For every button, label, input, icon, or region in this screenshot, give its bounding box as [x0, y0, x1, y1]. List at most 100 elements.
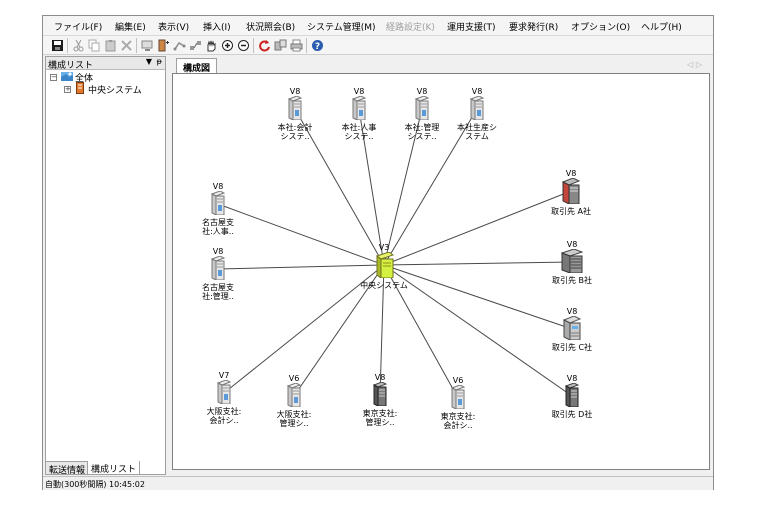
server-add-icon[interactable] — [157, 39, 170, 52]
node-version: V8 — [471, 87, 483, 96]
copy-icon[interactable] — [88, 39, 101, 52]
system-node[interactable]: V8 本社生産シ ステム — [445, 87, 509, 141]
green-server-icon — [352, 251, 416, 281]
node-version: V8 — [566, 307, 578, 316]
system-node[interactable]: V8 名古屋支 社:人事.. — [186, 182, 250, 236]
node-label: 名古屋支 社:管理.. — [202, 283, 234, 301]
tab-config-list[interactable]: 構成リスト — [87, 461, 141, 475]
toolbar: ? — [43, 36, 713, 55]
system-node[interactable]: V8 名古屋支 社:管理.. — [186, 247, 250, 301]
menu-bar: ファイル(F) 編集(E) 表示(V) 挿入(I) 状況照会(B) システム管理… — [43, 16, 713, 36]
node-version: V8 — [374, 373, 386, 382]
paste-icon[interactable] — [104, 39, 117, 52]
server-icon — [445, 95, 509, 123]
panel-title: 構成リスト — [48, 61, 94, 71]
status-bar: 自動(300秒間隔) 10:45:02 — [43, 476, 713, 490]
node-label: 取引先 C社 — [551, 343, 593, 352]
node-version: V6 — [288, 374, 300, 383]
server-icon — [262, 382, 326, 410]
system-node[interactable]: V8 取引先 A社 — [539, 169, 603, 216]
delete-icon[interactable] — [120, 39, 133, 52]
network-icon[interactable] — [189, 39, 202, 52]
tree-item-central-system[interactable]: 中央システム — [88, 83, 142, 96]
cut-icon[interactable] — [72, 39, 85, 52]
dropdown-icon[interactable]: ▼ — [146, 57, 152, 66]
server-icon — [186, 190, 250, 218]
route-icon[interactable] — [173, 39, 186, 52]
node-label: 名古屋支 社:人事.. — [202, 218, 234, 236]
system-node[interactable]: V6 大阪支社: 管理シ.. — [262, 374, 326, 428]
server-icon — [327, 95, 391, 123]
node-version: V3 — [378, 243, 390, 252]
server-icon — [426, 384, 490, 412]
node-version: V8 — [289, 87, 301, 96]
server-icon — [263, 95, 327, 123]
node-version: V8 — [212, 247, 224, 256]
node-label: 中央システム — [360, 281, 408, 290]
properties-icon[interactable] — [274, 39, 287, 52]
main-area: 構成図 ◁ ▷ V3 中央システム V8 本社:会計 システ.. V8 本社:人事 シ… — [168, 56, 712, 475]
menu-options[interactable]: オプション(O) — [571, 20, 630, 33]
node-label: 大阪支社: 会計シ.. — [206, 407, 242, 425]
tab-scroll-arrows[interactable]: ◁ ▷ — [687, 60, 702, 69]
menu-insert[interactable]: 挿入(I) — [203, 20, 231, 33]
tower-server-icon — [539, 177, 603, 207]
menu-edit[interactable]: 編集(E) — [115, 20, 146, 33]
node-label: 大阪支社: 管理シ.. — [276, 410, 312, 428]
expand-toggle-icon[interactable]: + — [64, 86, 71, 93]
node-label: 取引先 B社 — [551, 276, 593, 285]
dark-server-icon — [540, 382, 604, 410]
node-label: 本社生産シ ステム — [457, 123, 497, 141]
node-version: V7 — [218, 371, 230, 380]
config-list-panel: 構成リスト ▼ ᵽ − 全体 + 中央システム — [45, 56, 166, 475]
system-node[interactable]: V8 東京支社: 管理シ.. — [348, 373, 412, 427]
status-text: 自動(300秒間隔) 10:45:02 — [45, 480, 145, 489]
save-icon[interactable] — [51, 39, 64, 52]
tab-transfer-info[interactable]: 転送情報 — [45, 461, 90, 476]
help-icon[interactable]: ? — [311, 39, 324, 52]
print-icon[interactable] — [290, 39, 303, 52]
pin-icon[interactable]: ᵽ — [157, 57, 162, 66]
menu-request[interactable]: 要求発行(R) — [509, 20, 558, 33]
server-icon — [186, 255, 250, 283]
node-label: 本社:会計 システ.. — [277, 123, 313, 141]
application-window: ファイル(F) 編集(E) 表示(V) 挿入(I) 状況照会(B) システム管理… — [42, 15, 714, 490]
node-version: V6 — [452, 376, 464, 385]
node-version: V8 — [212, 182, 224, 191]
menu-help[interactable]: ヘルプ(H) — [641, 20, 682, 33]
system-node[interactable]: V7 大阪支社: 会計シ.. — [192, 371, 256, 425]
zoom-out-icon[interactable] — [237, 39, 250, 52]
system-node[interactable]: V8 取引先 B社 — [540, 240, 604, 285]
menu-system[interactable]: システム管理(M) — [307, 20, 376, 33]
node-label: 取引先 A社 — [550, 207, 591, 216]
hand-icon[interactable] — [205, 39, 218, 52]
rack-server-icon — [540, 248, 604, 276]
server-icon — [76, 82, 84, 94]
storage-server-icon — [540, 315, 604, 343]
menu-status[interactable]: 状況照会(B) — [246, 20, 295, 33]
menu-view[interactable]: 表示(V) — [158, 20, 189, 33]
tab-config-diagram[interactable]: 構成図 — [176, 58, 218, 74]
menu-file[interactable]: ファイル(F) — [54, 20, 102, 33]
panel-header: 構成リスト ▼ ᵽ — [46, 57, 165, 71]
dark-server-icon — [348, 381, 412, 409]
node-label: 東京支社: 会計シ.. — [440, 412, 476, 430]
system-node[interactable]: V8 本社:人事 システ.. — [327, 87, 391, 141]
center-node[interactable]: V3 中央システム — [352, 243, 416, 290]
menu-route[interactable]: 経路設定(K) — [386, 20, 435, 33]
system-node[interactable]: V8 本社:会計 システ.. — [263, 87, 327, 141]
system-node[interactable]: V8 取引先 C社 — [540, 307, 604, 352]
system-node[interactable]: V6 東京支社: 会計シ.. — [426, 376, 490, 430]
node-label: 本社:人事 システ.. — [341, 123, 377, 141]
node-version: V8 — [566, 374, 578, 383]
globe-icon — [61, 71, 73, 82]
svg-text:?: ? — [315, 42, 320, 52]
zoom-in-icon[interactable] — [221, 39, 234, 52]
refresh-icon[interactable] — [258, 39, 271, 52]
node-version: V8 — [565, 169, 577, 178]
collapse-toggle-icon[interactable]: − — [50, 74, 57, 81]
monitor-icon[interactable] — [141, 39, 154, 52]
config-diagram-canvas[interactable]: V3 中央システム V8 本社:会計 システ.. V8 本社:人事 システ.. V8 本社… — [172, 73, 710, 470]
system-node[interactable]: V8 取引先 D社 — [540, 374, 604, 419]
menu-ops[interactable]: 運用支援(T) — [447, 20, 496, 33]
